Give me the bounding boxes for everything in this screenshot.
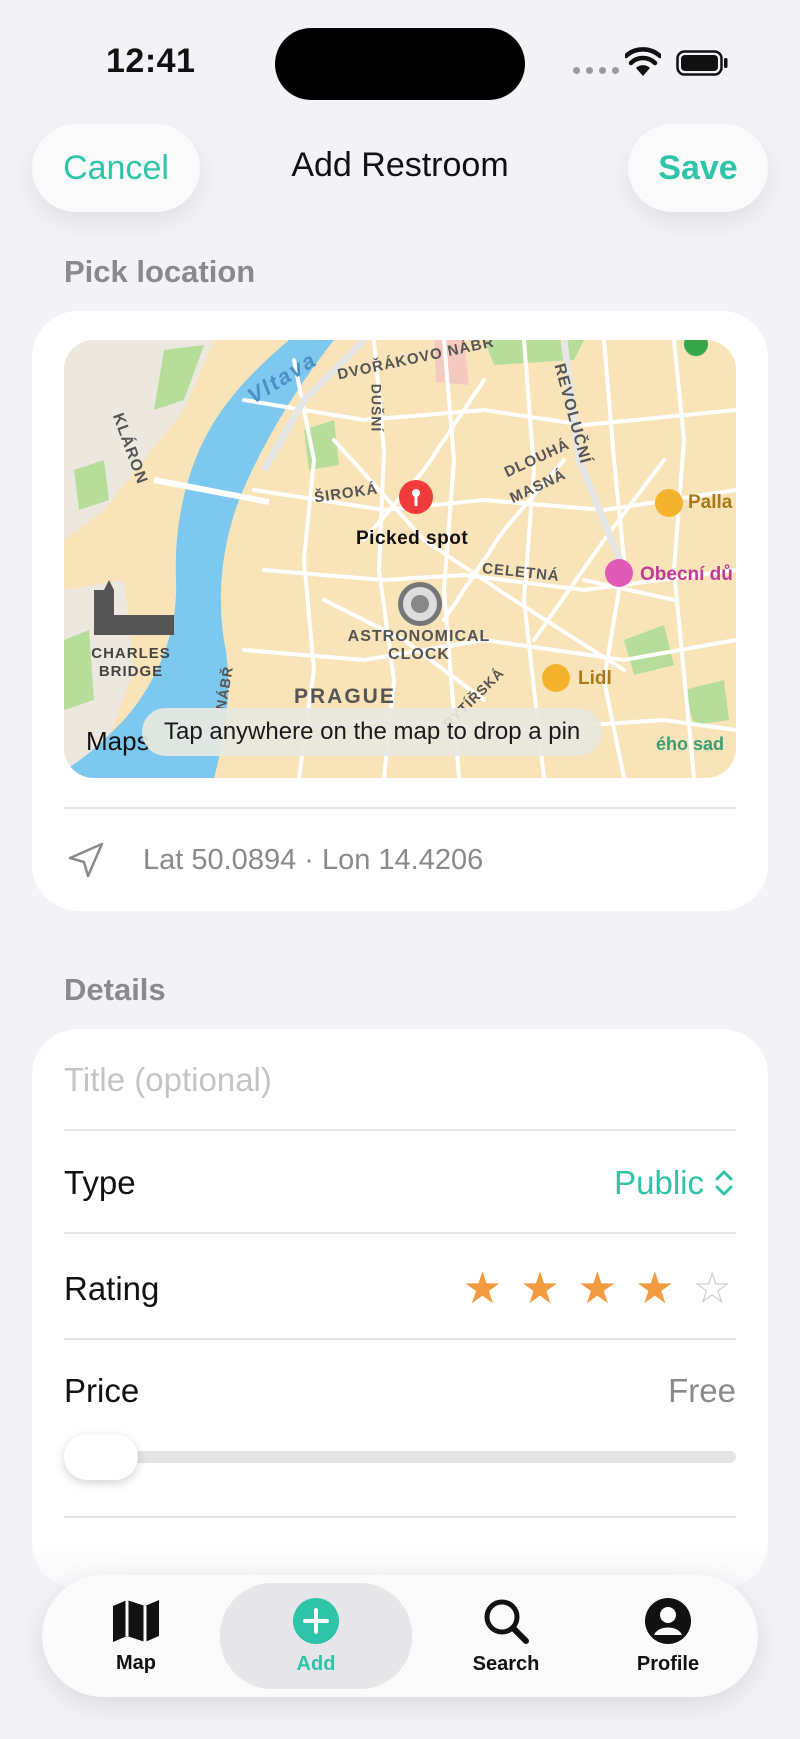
dynamic-island	[275, 28, 525, 100]
tab-add-label: Add	[296, 1652, 336, 1675]
wifi-icon	[625, 47, 661, 76]
map-label-picked-spot: Picked spot	[356, 528, 469, 549]
map-label-palla: Palla	[688, 492, 733, 513]
tab-add[interactable]: Add	[220, 1583, 412, 1689]
map-label-prague: PRAGUE	[294, 685, 396, 708]
price-label: Price	[64, 1372, 140, 1409]
map-hint-toast: Tap anywhere on the map to drop a pin	[142, 708, 603, 756]
map-icon	[113, 1599, 159, 1642]
cellular-signal-icon	[573, 67, 619, 74]
rating-row: Rating ★ ★ ★ ★ ☆	[64, 1266, 736, 1312]
chevron-up-down-icon	[715, 1170, 733, 1196]
divider	[64, 1516, 736, 1518]
tab-profile-label: Profile	[636, 1652, 700, 1675]
map-label-lidl: Lidl	[578, 668, 612, 689]
map-label-charles-bridge: CHARLES BRIDGE	[91, 645, 171, 680]
location-map[interactable]: Vltava DVOŘÁKOVO NÁBŘ KLÁRON DUŠNÍ REVOL…	[64, 340, 736, 778]
star-icon[interactable]: ★	[635, 1267, 674, 1311]
title-field[interactable]: Title (optional)	[64, 1058, 736, 1102]
apple-maps-logo: Maps	[86, 726, 150, 756]
type-value: Public	[614, 1164, 704, 1201]
section-title-location: Pick location	[64, 254, 256, 289]
coordinates-readout: Lat 50.0894 · Lon 14.4206	[143, 844, 484, 876]
price-slider-thumb[interactable]	[64, 1434, 138, 1480]
battery-icon	[676, 50, 728, 76]
save-button[interactable]: Save	[628, 124, 768, 212]
title-placeholder: Title (optional)	[64, 1061, 272, 1098]
tab-map-label: Map	[116, 1651, 156, 1674]
tab-bar: Map Add Search Profile	[42, 1575, 758, 1697]
profile-icon	[645, 1597, 691, 1644]
add-icon	[293, 1597, 339, 1644]
type-label: Type	[64, 1164, 136, 1201]
price-row: Price Free	[64, 1369, 736, 1413]
type-row[interactable]: Type Public	[64, 1161, 736, 1205]
star-icon[interactable]: ★	[578, 1267, 617, 1311]
divider	[64, 1232, 736, 1234]
map-label-astronomical-clock: ASTRONOMICAL CLOCK	[347, 628, 491, 663]
divider	[64, 1129, 736, 1131]
star-icon[interactable]: ★	[520, 1267, 559, 1311]
tab-map[interactable]: Map	[74, 1575, 198, 1697]
map-label-kehosad: ého sad	[656, 734, 725, 754]
map-label-dusni: DUŠNÍ	[368, 383, 385, 433]
price-value: Free	[668, 1372, 736, 1409]
map-label-obecni: Obecní dů	[640, 564, 733, 585]
tab-profile[interactable]: Profile	[602, 1575, 734, 1697]
tab-search[interactable]: Search	[430, 1575, 582, 1697]
location-divider	[64, 807, 736, 809]
location-arrow-icon	[68, 842, 104, 878]
type-picker[interactable]: Public	[614, 1164, 736, 1202]
tab-search-label: Search	[472, 1652, 540, 1675]
divider	[64, 1338, 736, 1340]
price-slider-track[interactable]	[64, 1451, 736, 1463]
search-icon	[484, 1599, 529, 1644]
status-time: 12:41	[106, 42, 196, 80]
rating-stars[interactable]: ★ ★ ★ ★ ☆	[445, 1267, 732, 1311]
star-icon[interactable]: ★	[463, 1267, 502, 1311]
rating-label: Rating	[64, 1270, 160, 1307]
star-icon[interactable]: ☆	[693, 1267, 732, 1311]
section-title-details: Details	[64, 972, 166, 1007]
